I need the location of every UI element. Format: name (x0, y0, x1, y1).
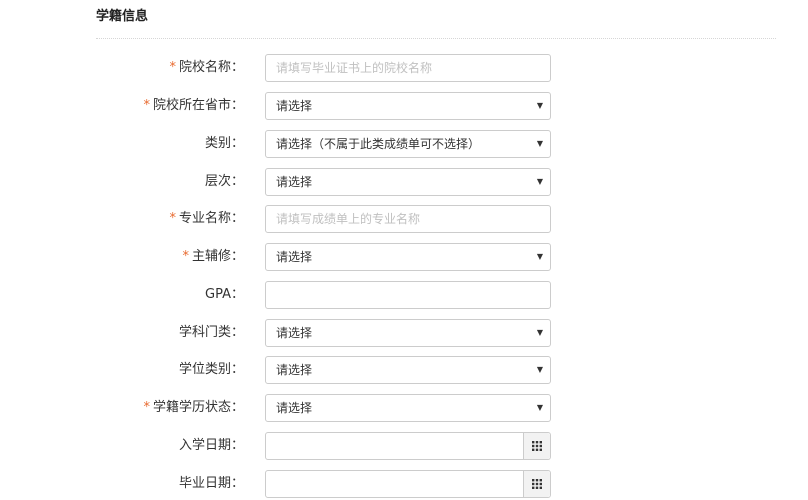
enroll-date-calendar-button[interactable] (523, 433, 550, 459)
discipline-selected-value: 请选择 (276, 326, 313, 340)
form-row-major-name: * 专业名称： 请填写成绩单上的专业名称 (0, 205, 808, 233)
field-label-degree-type: 学位类别： (179, 356, 244, 384)
category-selected-value: 请选择（不属于此类成绩单可不选择） (276, 137, 481, 151)
required-asterisk: * (143, 400, 150, 415)
school-name-input[interactable]: 请填写毕业证书上的院校名称 (265, 54, 551, 82)
field-label-text: GPA： (205, 287, 244, 302)
field-label-text: 主辅修： (191, 249, 244, 264)
field-label-major-name: * 专业名称： (169, 205, 244, 233)
degree-type-selected-value: 请选择 (276, 363, 313, 377)
field-label-text: 类别： (204, 136, 244, 151)
enroll-date-date-input[interactable] (265, 432, 551, 460)
field-label-text: 学位类别： (178, 362, 244, 377)
field-label-grad-date: 毕业日期： (179, 470, 244, 498)
level-select[interactable]: 请选择 ▼ (265, 168, 551, 196)
field-label-text: 院校名称： (178, 60, 244, 75)
discipline-select[interactable]: 请选择 ▼ (265, 319, 551, 347)
field-label-text: 专业名称： (178, 211, 244, 226)
field-label-text: 入学日期： (178, 438, 244, 453)
required-asterisk: * (169, 60, 176, 75)
required-asterisk: * (182, 249, 189, 264)
form-row-major-minor: * 主辅修： 请选择 ▼ (0, 243, 808, 271)
field-label-text: 学籍学历状态： (152, 400, 244, 415)
required-asterisk: * (169, 211, 176, 226)
field-label-text: 毕业日期： (178, 476, 244, 491)
caret-down-icon: ▼ (536, 139, 543, 148)
field-label-school-province: * 院校所在省市： (143, 92, 244, 120)
grad-date-date-input[interactable] (265, 470, 551, 498)
form-row-level: 层次： 请选择 ▼ (0, 168, 808, 196)
field-label-gpa: GPA： (205, 281, 244, 309)
form-row-school-province: * 院校所在省市： 请选择 ▼ (0, 92, 808, 120)
form-row-grad-date: 毕业日期： (0, 470, 808, 498)
field-label-level: 层次： (205, 168, 244, 196)
field-label-category: 类别： (205, 130, 244, 158)
section-divider (96, 38, 776, 39)
status-selected-value: 请选择 (276, 401, 313, 415)
form-row-school-name: * 院校名称： 请填写毕业证书上的院校名称 (0, 54, 808, 82)
school-province-selected-value: 请选择 (276, 99, 313, 113)
category-select[interactable]: 请选择（不属于此类成绩单可不选择） ▼ (265, 130, 551, 158)
degree-type-select[interactable]: 请选择 ▼ (265, 356, 551, 384)
status-select[interactable]: 请选择 ▼ (265, 394, 551, 422)
form-row-category: 类别： 请选择（不属于此类成绩单可不选择） ▼ (0, 130, 808, 158)
major-name-input[interactable]: 请填写成绩单上的专业名称 (265, 205, 551, 233)
calendar-grid-icon (532, 441, 542, 451)
form-row-status: * 学籍学历状态： 请选择 ▼ (0, 394, 808, 422)
gpa-input[interactable] (265, 281, 551, 309)
form-row-enroll-date: 入学日期： (0, 432, 808, 460)
major-minor-select[interactable]: 请选择 ▼ (265, 243, 551, 271)
field-label-status: * 学籍学历状态： (143, 394, 244, 422)
section-title: 学籍信息 (96, 9, 149, 24)
caret-down-icon: ▼ (536, 403, 543, 412)
field-label-text: 学科门类： (178, 325, 244, 340)
caret-down-icon: ▼ (536, 252, 543, 261)
field-label-major-minor: * 主辅修： (182, 243, 244, 271)
major-name-placeholder: 请填写成绩单上的专业名称 (276, 212, 421, 226)
form-row-degree-type: 学位类别： 请选择 ▼ (0, 356, 808, 384)
field-label-text: 院校所在省市： (152, 98, 244, 113)
form-row-gpa: GPA： (0, 281, 808, 309)
caret-down-icon: ▼ (536, 177, 543, 186)
required-asterisk: * (143, 98, 150, 113)
caret-down-icon: ▼ (536, 328, 543, 337)
field-label-enroll-date: 入学日期： (179, 432, 244, 460)
field-label-school-name: * 院校名称： (169, 54, 244, 82)
calendar-grid-icon (532, 479, 542, 489)
grad-date-calendar-button[interactable] (523, 471, 550, 497)
caret-down-icon: ▼ (536, 101, 543, 110)
level-selected-value: 请选择 (276, 175, 313, 189)
school-province-select[interactable]: 请选择 ▼ (265, 92, 551, 120)
field-label-text: 层次： (204, 174, 244, 189)
caret-down-icon: ▼ (536, 365, 543, 374)
form-row-discipline: 学科门类： 请选择 ▼ (0, 319, 808, 347)
field-label-discipline: 学科门类： (179, 319, 244, 347)
school-name-placeholder: 请填写毕业证书上的院校名称 (276, 61, 433, 75)
major-minor-selected-value: 请选择 (276, 250, 313, 264)
